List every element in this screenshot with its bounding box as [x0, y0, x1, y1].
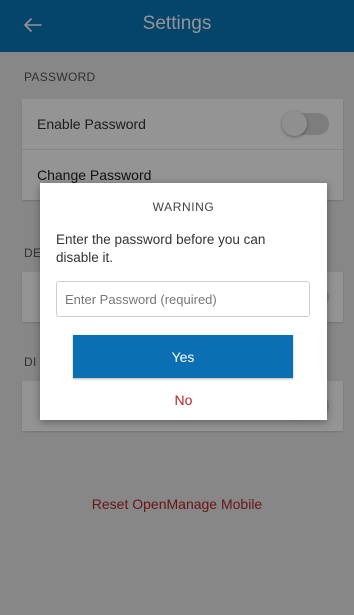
dialog-title: WARNING [152, 200, 215, 214]
password-input[interactable] [56, 281, 310, 317]
no-button[interactable]: No [40, 392, 327, 408]
warning-dialog: WARNING Enter the password before you ca… [40, 183, 327, 420]
yes-button[interactable]: Yes [73, 335, 293, 378]
dialog-message: Enter the password before you can disabl… [56, 232, 266, 265]
